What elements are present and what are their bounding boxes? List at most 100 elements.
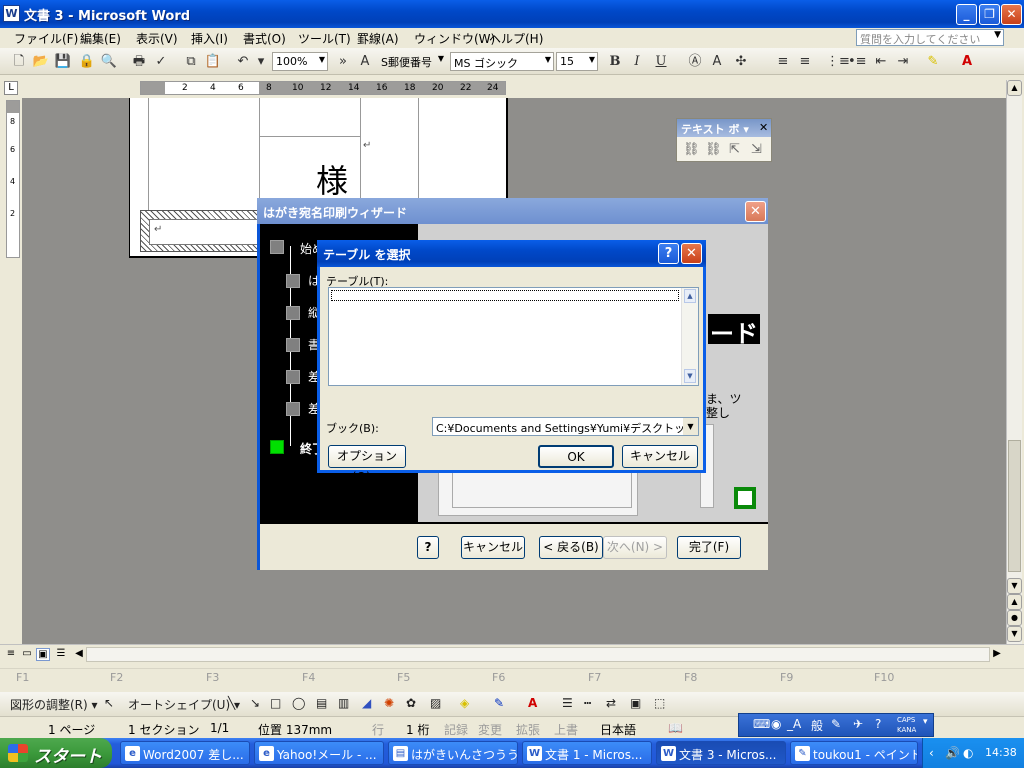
spelling-icon[interactable]: ✓ (152, 53, 170, 70)
keyboard-icon[interactable]: ⌨ (753, 717, 770, 731)
character-shading-icon[interactable]: A (708, 53, 726, 70)
wizard-next-button[interactable]: 次へ(N) > (603, 536, 667, 559)
scroll-thumb[interactable] (1008, 440, 1021, 572)
wordart-icon[interactable]: ◢ (362, 696, 371, 710)
fkey-label[interactable]: F3 (206, 671, 219, 684)
style-combo[interactable]: S郵便番号 ▼ (378, 52, 446, 71)
zoom-combo[interactable]: 100% ▼ (272, 52, 328, 71)
taskbar-item-document1[interactable]: W 文書 1 - Micros... (522, 741, 652, 765)
open-folder-icon[interactable]: 📂 (32, 53, 50, 70)
paste-icon[interactable]: 📋 (204, 53, 222, 70)
permission-icon[interactable]: 🔒 (78, 53, 96, 70)
chevron-down-icon[interactable]: ▼ (438, 54, 444, 63)
fkey-label[interactable]: F8 (684, 671, 697, 684)
shadow-style-icon[interactable]: ▣ (630, 696, 641, 710)
italic-button[interactable]: I (628, 53, 646, 70)
fkey-label[interactable]: F10 (874, 671, 894, 684)
taskbar-item-word2007[interactable]: e Word2007 差し... (120, 741, 250, 765)
scroll-down-icon[interactable]: ▼ (1007, 578, 1022, 594)
scroll-up-icon[interactable]: ▲ (684, 289, 696, 303)
vertical-scrollbar[interactable]: ▲ ▼ ▲ ● ▼ (1006, 80, 1022, 644)
help-question-input[interactable]: 質問を入力してください ▼ (856, 29, 1004, 46)
fkey-label[interactable]: F6 (492, 671, 505, 684)
wizard-finish-button[interactable]: 完了(F) (677, 536, 741, 559)
dialog-close-button[interactable]: ✕ (681, 243, 702, 264)
decrease-indent-icon[interactable]: ⇤ (872, 53, 890, 70)
fill-color-icon[interactable]: ◈ (460, 696, 469, 710)
clock[interactable]: 14:38 (985, 746, 1017, 759)
rectangle-tool-icon[interactable]: □ (270, 696, 281, 710)
vertical-ruler[interactable]: 8 6 4 2 (6, 100, 20, 258)
globe-icon[interactable]: ◉ (771, 717, 781, 731)
previous-page-icon[interactable]: ▲ (1007, 594, 1022, 610)
character-border-icon[interactable]: Ⓐ (686, 53, 704, 70)
text-direction-vertical-icon[interactable]: ⇲ (751, 142, 762, 157)
ok-button[interactable]: OK (538, 445, 614, 468)
cancel-button[interactable]: キャンセル (622, 445, 698, 468)
tab-selector[interactable]: L (4, 81, 18, 95)
arrow-style-icon[interactable]: ⇄ (606, 696, 616, 710)
numbering-icon[interactable]: ⋮≡ (826, 53, 850, 70)
chevron-down-icon[interactable]: ▼ (589, 55, 595, 64)
link-icon[interactable]: ⛓ (683, 142, 700, 157)
help-button[interactable]: ? (658, 243, 679, 264)
font-combo[interactable]: MS ゴシック ▼ (450, 52, 554, 71)
network-icon[interactable]: ◐ (963, 746, 973, 760)
status-rec[interactable]: 記録 (444, 721, 468, 738)
menu-table[interactable]: 罫線(A) (357, 30, 399, 47)
fkey-label[interactable]: F2 (110, 671, 123, 684)
horizontal-scroll-track[interactable] (86, 647, 990, 662)
select-table-title-bar[interactable]: テーブル を選択 (317, 240, 706, 267)
line-tool-icon[interactable]: ╲ (228, 696, 235, 710)
taskbar-item-yahoo-mail[interactable]: e Yahoo!メール - ... (254, 741, 384, 765)
line-color-icon[interactable]: ✎ (494, 696, 504, 710)
book-path-combo[interactable]: C:¥Documents and Settings¥Yumi¥デスクトップ¥葉 … (432, 417, 699, 436)
wizard-close-button[interactable]: ✕ (745, 201, 766, 222)
taskbar-item-hagaki[interactable]: ▤はがきいんさつうう... (388, 741, 518, 765)
table-list-scrollbar[interactable]: ▲ ▼ (681, 288, 698, 385)
copy-icon[interactable]: ⧉ (182, 53, 200, 70)
scroll-down-icon[interactable]: ▼ (684, 369, 696, 383)
unlink-icon[interactable]: ⛓ (705, 142, 722, 157)
print-layout-icon[interactable]: ▣ (36, 648, 50, 661)
wizard-cancel-button[interactable]: キャンセル (461, 536, 525, 559)
chevron-down-icon[interactable]: ▼ (994, 30, 1001, 40)
next-page-icon[interactable]: ▼ (1007, 626, 1022, 642)
bold-button[interactable]: B (606, 53, 624, 70)
arrow-tool-icon[interactable]: ↘ (250, 696, 260, 710)
menu-window[interactable]: ウィンドウ(W) (414, 30, 495, 47)
picture-icon[interactable]: ▨ (430, 696, 441, 710)
scroll-up-icon[interactable]: ▲ (1007, 80, 1022, 96)
fkey-label[interactable]: F1 (16, 671, 29, 684)
menu-file[interactable]: ファイル(F) (14, 30, 78, 47)
wizard-title-bar[interactable]: はがき宛名印刷ウィザード (257, 198, 768, 224)
align-left-icon[interactable]: ≡ (774, 53, 792, 70)
textbox-tool-icon[interactable]: ▤ (316, 696, 327, 710)
taskbar-item-document3[interactable]: W 文書 3 - Micros... (656, 741, 786, 765)
table-listbox[interactable]: ▲ ▼ (328, 287, 699, 386)
draw-font-color-icon[interactable]: A (528, 696, 537, 710)
fkey-label[interactable]: F5 (397, 671, 410, 684)
ime-options-icon[interactable]: ▾ (923, 717, 928, 727)
close-icon[interactable]: ✕ (759, 121, 768, 134)
chevron-down-icon[interactable]: ▼ (683, 418, 698, 435)
diagram-icon[interactable]: ✺ (384, 696, 394, 710)
minimize-button[interactable]: _ (956, 4, 977, 25)
web-layout-icon[interactable]: ▭ (20, 648, 34, 661)
volume-icon[interactable]: 🔊 (945, 746, 960, 760)
line-style-icon[interactable]: ☰ (562, 696, 573, 710)
normal-view-icon[interactable]: ≡ (4, 648, 18, 661)
oval-tool-icon[interactable]: ◯ (292, 696, 305, 710)
browse-object-icon[interactable]: ● (1007, 610, 1022, 626)
undo-icon[interactable]: ↶ (234, 53, 252, 70)
restore-button[interactable]: ❐ (979, 4, 1000, 25)
wizard-back-button[interactable]: < 戻る(B) (539, 536, 603, 559)
character-scaling-icon[interactable]: ✣ (732, 53, 750, 70)
print-preview-icon[interactable]: 🔍 (100, 53, 118, 70)
tray-expand-icon[interactable]: ‹ (929, 746, 934, 760)
menu-tools[interactable]: ツール(T) (298, 30, 351, 47)
fkey-label[interactable]: F7 (588, 671, 601, 684)
autoshape-menu[interactable]: オートシェイプ(U) ▾ (128, 696, 240, 713)
scroll-right-icon[interactable]: ▶ (990, 648, 1004, 661)
textbox-toolbar-title[interactable]: テキスト ボ ▾ (677, 119, 771, 137)
